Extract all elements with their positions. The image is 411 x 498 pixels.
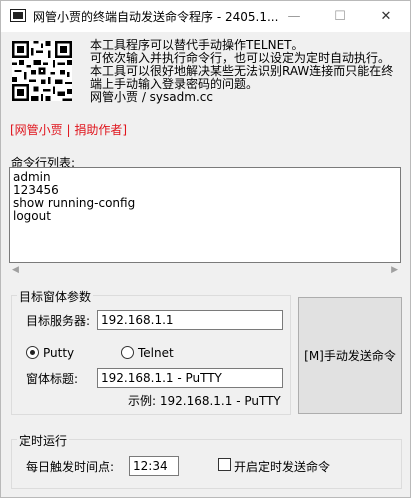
target-server-input[interactable]: 192.168.1.1	[97, 310, 283, 330]
telnet-radio-label[interactable]: Telnet	[138, 346, 174, 360]
horizontal-scrollbar[interactable]: ◀ ▶	[9, 263, 401, 280]
trigger-time-input[interactable]: 12:34	[129, 456, 179, 476]
terminal-icon	[10, 9, 26, 22]
intro-text: 本工具程序可以替代手动操作TELNET。 可依次输入并执行命令行，也可以设定为定…	[90, 39, 402, 104]
timer-group-title: 定时运行	[17, 432, 70, 449]
target-server-label: 目标服务器:	[26, 314, 91, 328]
window-title-label: 窗体标题:	[26, 372, 79, 386]
window-title-input[interactable]: 192.168.1.1 - PuTTY	[97, 368, 283, 388]
manual-send-button[interactable]: [M]手动发送命令	[298, 297, 402, 414]
main-window: 网管小贾的终端自动发送命令程序 - 2405.1... — ☐ ✕ 本工具程序可…	[0, 0, 411, 498]
telnet-radio[interactable]	[121, 346, 134, 359]
target-group-title: 目标窗体参数	[17, 288, 94, 305]
chevron-right-icon[interactable]: ▶	[391, 265, 398, 275]
intro-line: 网管小贾 / sysadm.cc	[90, 90, 213, 104]
donate-author-link[interactable]: [网管小贾 | 捐助作者]	[10, 121, 127, 138]
window-title: 网管小贾的终端自动发送命令程序 - 2405.1...	[33, 10, 279, 24]
command-list-textarea[interactable]: admin 123456 show running-config logout	[9, 167, 401, 263]
minimize-button[interactable]: —	[271, 1, 317, 32]
command-line: show running-config	[13, 196, 136, 210]
putty-radio[interactable]	[26, 346, 39, 359]
example-text: 示例: 192.168.1.1 - PuTTY	[128, 394, 281, 408]
qr-code-icon	[12, 41, 72, 101]
enable-timer-label[interactable]: 开启定时发送命令	[234, 458, 330, 475]
chevron-left-icon[interactable]: ◀	[12, 265, 19, 275]
close-button[interactable]: ✕	[363, 1, 409, 32]
command-line: admin	[13, 170, 51, 184]
command-line: logout	[13, 209, 51, 223]
maximize-button[interactable]: ☐	[317, 1, 363, 32]
enable-timer-checkbox[interactable]	[218, 458, 231, 471]
title-bar[interactable]: 网管小贾的终端自动发送命令程序 - 2405.1... — ☐ ✕	[1, 1, 410, 32]
putty-radio-label[interactable]: Putty	[43, 346, 74, 360]
trigger-time-label: 每日触发时间点:	[26, 460, 115, 474]
